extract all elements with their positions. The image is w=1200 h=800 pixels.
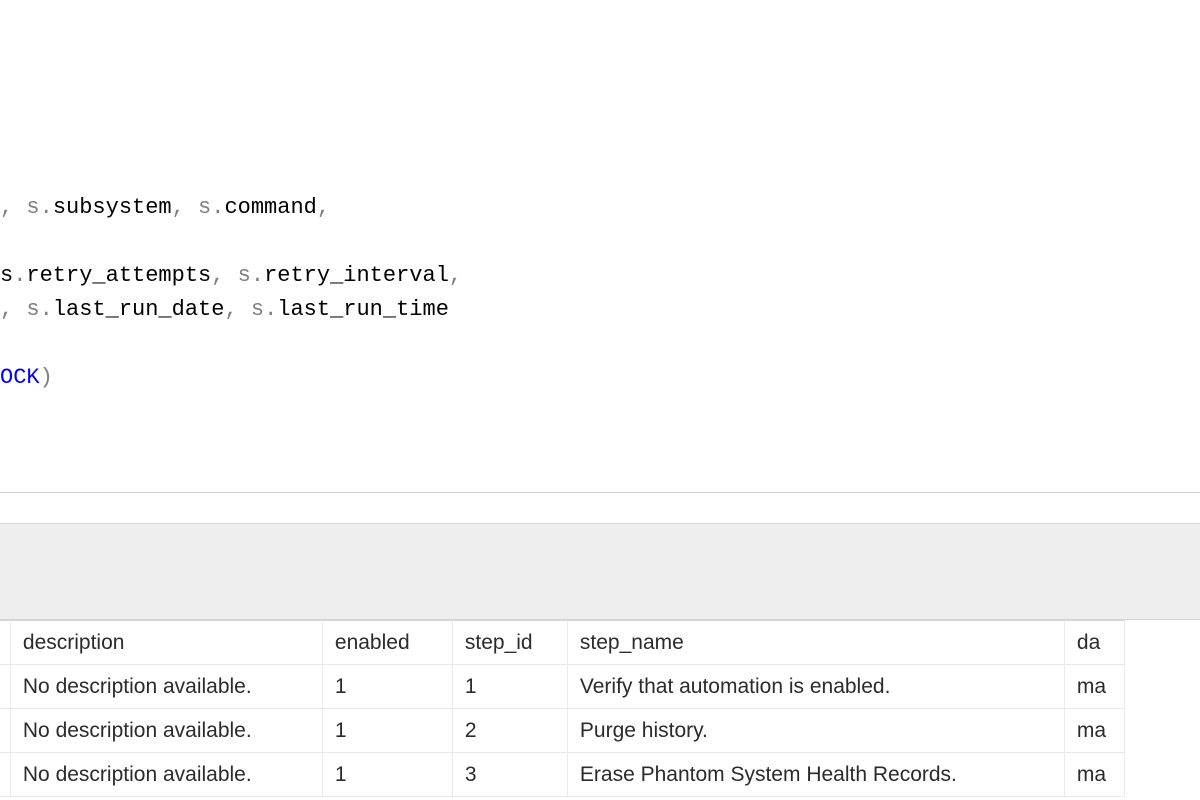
- cell-step-id[interactable]: 2: [452, 709, 567, 753]
- cell-enabled[interactable]: 1: [322, 753, 452, 797]
- col-header-database-name[interactable]: da: [1064, 621, 1124, 665]
- results-table[interactable]: description enabled step_id step_name da…: [0, 620, 1125, 797]
- results-header-row: description enabled step_id step_name da: [0, 621, 1124, 665]
- col-header-step-id[interactable]: step_id: [452, 621, 567, 665]
- cell-database-name[interactable]: ma: [1064, 709, 1124, 753]
- results-tab-band: [0, 523, 1200, 620]
- table-row[interactable]: ge_history No description available. 1 2…: [0, 709, 1124, 753]
- sql-line: s.retry_attempts, s.retry_interval,: [0, 259, 1200, 293]
- sql-line: OCK): [0, 361, 1200, 395]
- sql-line: , s.subsystem, s.command,: [0, 191, 1200, 225]
- col-header-step-name[interactable]: step_name: [567, 621, 1064, 665]
- results-grid[interactable]: description enabled step_id step_name da…: [0, 620, 1200, 800]
- cell-enabled[interactable]: 1: [322, 665, 452, 709]
- cell-step-name[interactable]: Verify that automation is enabled.: [567, 665, 1064, 709]
- cell-description[interactable]: No description available.: [10, 709, 322, 753]
- editor-results-splitter[interactable]: [0, 492, 1200, 523]
- col-header-description[interactable]: description: [10, 621, 322, 665]
- cell-name[interactable]: ge_history: [0, 709, 10, 753]
- cell-step-id[interactable]: 3: [452, 753, 567, 797]
- table-row[interactable]: ge_history No description available. 1 3…: [0, 753, 1124, 797]
- sql-line: , s.last_run_date, s.last_run_time: [0, 293, 1200, 327]
- cell-name[interactable]: ge_history: [0, 753, 10, 797]
- cell-enabled[interactable]: 1: [322, 709, 452, 753]
- cell-description[interactable]: No description available.: [10, 753, 322, 797]
- cell-step-name[interactable]: Erase Phantom System Health Records.: [567, 753, 1064, 797]
- cell-database-name[interactable]: ma: [1064, 665, 1124, 709]
- cell-name[interactable]: ge_history: [0, 665, 10, 709]
- col-header-name[interactable]: [0, 621, 10, 665]
- col-header-enabled[interactable]: enabled: [322, 621, 452, 665]
- cell-step-id[interactable]: 1: [452, 665, 567, 709]
- table-row[interactable]: ge_history No description available. 1 1…: [0, 665, 1124, 709]
- cell-description[interactable]: No description available.: [10, 665, 322, 709]
- sql-editor[interactable]: , s.subsystem, s.command, s.retry_attempt…: [0, 0, 1200, 492]
- cell-step-name[interactable]: Purge history.: [567, 709, 1064, 753]
- cell-database-name[interactable]: ma: [1064, 753, 1124, 797]
